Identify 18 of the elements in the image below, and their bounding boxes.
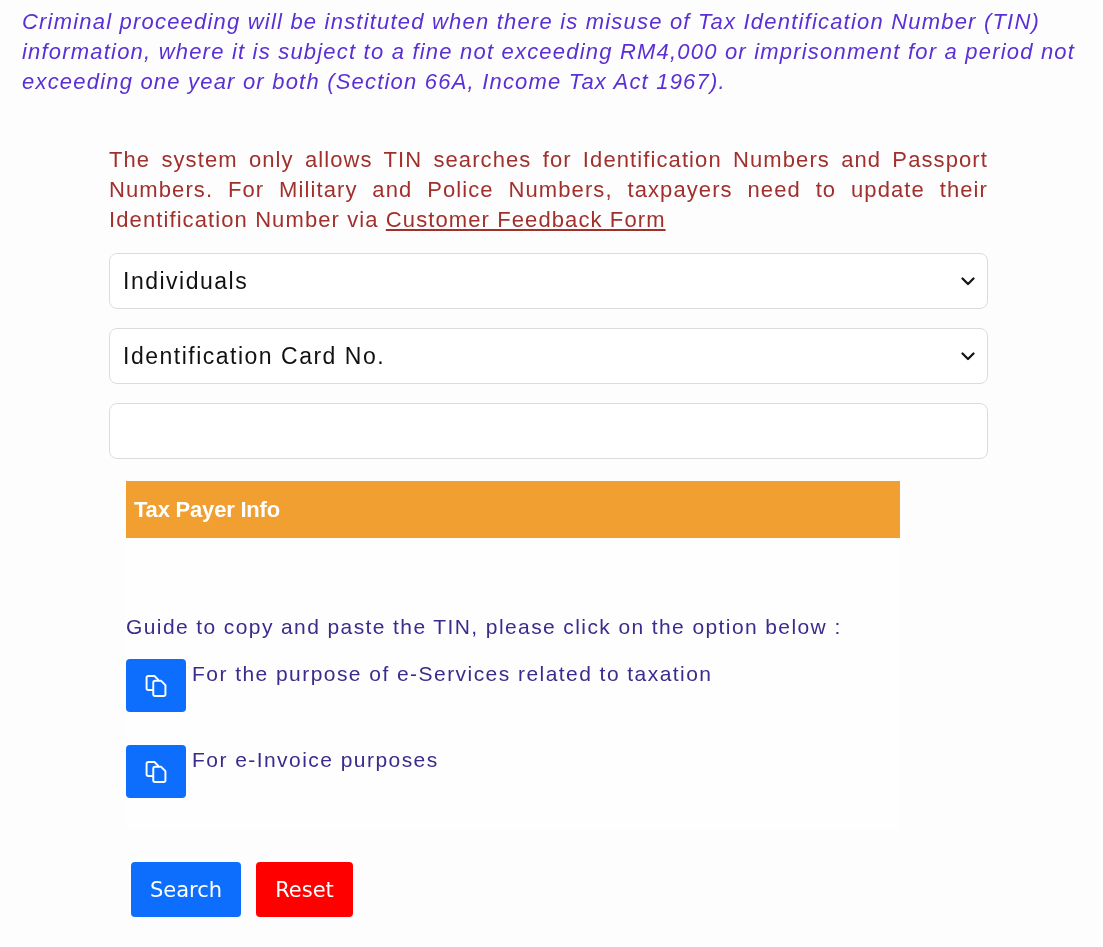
option-text: For e-Invoice purposes [192, 747, 439, 773]
reset-button[interactable]: Reset [256, 862, 353, 917]
dropdown-field[interactable]: Individuals [109, 253, 988, 309]
notice-text: The system only allows TIN searches for Identification Numbers and Passport Numbers. For Military and Police Numbers, taxpayers need to update their Identification Number via Customer Feedback Form [109, 146, 988, 234]
copy-icon [145, 760, 167, 783]
copy-button[interactable] [126, 745, 186, 798]
option-text: For the purpose of e-Services related to taxation [192, 661, 713, 687]
panel-header: Tax Payer Info [126, 481, 900, 538]
dropdown-field[interactable]: Identification Card No. [109, 328, 988, 384]
chevron-down-icon [961, 351, 975, 361]
feedback-form-link[interactable]: Customer Feedback Form [385, 207, 666, 232]
input-field[interactable] [109, 403, 988, 459]
copy-icon [145, 674, 167, 697]
warning-text: Criminal proceeding will be instituted when there is misuse of Tax Identification Number (TIN) information, where it is subject to a fine not exceeding RM4,000 or imprisonment for a period not exceeding one year or both (Section 66A, Income Tax Act 1967). [21, 8, 1077, 96]
guide-text: Guide to copy and paste the TIN, please click on the option below : [126, 614, 843, 640]
chevron-down-icon [961, 276, 975, 286]
search-button[interactable]: Search [131, 862, 242, 917]
copy-button[interactable] [126, 659, 186, 712]
